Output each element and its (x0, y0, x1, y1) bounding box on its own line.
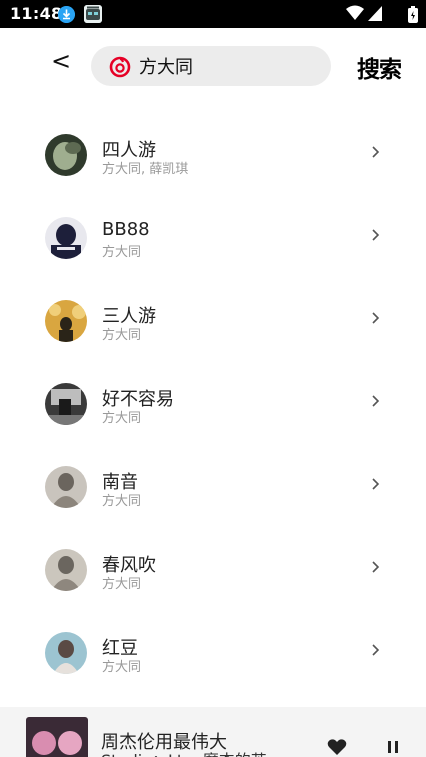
chevron-right-icon (372, 478, 380, 490)
song-row[interactable]: 好不容易 方大同 (0, 359, 426, 443)
song-row[interactable]: 三人游 方大同 (0, 276, 426, 360)
mini-player[interactable]: 周杰伦用最伟大 Studio：Ltoo摩杰的苦 (0, 707, 426, 757)
song-artist: 方大同 (102, 328, 142, 343)
search-button[interactable]: 搜索 (357, 50, 402, 84)
song-cover (45, 632, 87, 674)
song-row[interactable]: 四人游 方大同, 薛凯琪 (0, 110, 426, 194)
status-time: 11:48 (10, 4, 63, 23)
song-cover (45, 134, 87, 176)
song-artist: 方大同 (102, 411, 142, 426)
song-cover (45, 217, 87, 259)
song-artist: 方大同 (102, 494, 142, 509)
chevron-right-icon (372, 395, 380, 407)
back-button[interactable]: < (46, 46, 76, 76)
battery-icon (408, 6, 418, 23)
wifi-icon (346, 5, 364, 20)
chevron-right-icon (372, 146, 380, 158)
song-cover (45, 300, 87, 342)
song-artist: 方大同 (102, 660, 142, 675)
chevron-right-icon (372, 561, 380, 573)
status-bar: 11:48 (0, 0, 426, 28)
song-cover (45, 383, 87, 425)
download-icon (58, 6, 75, 23)
chevron-right-icon (372, 312, 380, 324)
song-artist: 方大同 (102, 577, 142, 592)
search-input[interactable] (139, 51, 319, 81)
song-cover (45, 466, 87, 508)
netease-music-icon (109, 56, 131, 78)
chevron-right-icon (372, 644, 380, 656)
song-cover (45, 549, 87, 591)
song-row[interactable]: BB88 方大同 (0, 193, 426, 277)
song-row[interactable]: 南音 方大同 (0, 442, 426, 526)
signal-icon (368, 6, 382, 21)
player-cover (26, 717, 88, 757)
search-header: < 搜索 (0, 28, 426, 104)
song-row[interactable]: 春风吹 方大同 (0, 525, 426, 609)
app-icon (84, 5, 102, 23)
song-title: BB88 (102, 219, 150, 240)
song-artist: 方大同 (102, 245, 142, 260)
player-subtitle: Studio：Ltoo摩杰的苦 (101, 747, 296, 757)
song-artist: 方大同, 薛凯琪 (102, 162, 189, 177)
song-row[interactable]: 红豆 方大同 (0, 608, 426, 692)
pause-icon[interactable] (386, 740, 400, 754)
heart-icon[interactable] (327, 738, 347, 756)
search-box[interactable] (91, 46, 331, 86)
chevron-right-icon (372, 229, 380, 241)
